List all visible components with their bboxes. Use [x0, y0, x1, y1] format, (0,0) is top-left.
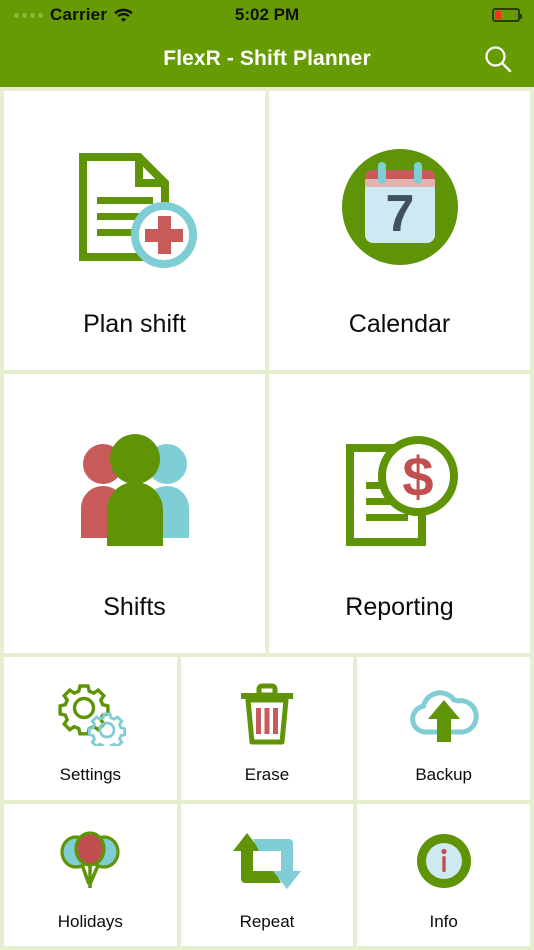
tile-plan-shift[interactable]: Plan shift	[4, 91, 265, 370]
document-add-icon	[71, 122, 199, 292]
status-bar: Carrier 5:02 PM	[0, 0, 534, 30]
tile-label: Settings	[59, 765, 122, 785]
tile-backup[interactable]: Backup	[357, 657, 530, 800]
main-tile-grid: Plan shift 7 Calendar Shifts $ Reporting	[0, 87, 534, 653]
tile-label: Plan shift	[83, 310, 186, 338]
cloud-upload-icon	[405, 671, 483, 757]
app-screen: Carrier 5:02 PM FlexR - Shift Planner Pl…	[0, 0, 534, 950]
utility-tile-grid: Settings Erase Backup Holidays Repeat In…	[0, 653, 534, 950]
signal-dots-icon	[14, 12, 43, 18]
tile-calendar[interactable]: 7 Calendar	[269, 91, 530, 370]
nav-bar: FlexR - Shift Planner	[0, 30, 534, 87]
tiles-container: Plan shift 7 Calendar Shifts $ Reporting…	[0, 87, 534, 950]
wifi-icon	[114, 8, 133, 22]
page-title: FlexR - Shift Planner	[163, 46, 371, 70]
tile-label: Repeat	[239, 911, 295, 931]
carrier-label: Carrier	[50, 5, 108, 24]
status-bar-right	[492, 8, 522, 22]
tile-holidays[interactable]: Holidays	[4, 803, 177, 946]
battery-low-icon	[492, 8, 522, 22]
document-dollar-icon: $	[336, 405, 464, 575]
tile-repeat[interactable]: Repeat	[180, 803, 354, 946]
tile-label: Shifts	[103, 593, 166, 621]
tile-label: Backup	[415, 765, 473, 785]
tile-shifts[interactable]: Shifts	[4, 374, 265, 653]
tile-label: Info	[429, 911, 458, 931]
tile-erase[interactable]: Erase	[180, 657, 354, 800]
tile-reporting[interactable]: $ Reporting	[269, 374, 530, 653]
status-bar-left: Carrier	[14, 5, 133, 25]
trash-icon	[237, 671, 297, 757]
svg-text:7: 7	[385, 185, 414, 243]
tile-label: Reporting	[345, 593, 454, 621]
gears-icon	[54, 671, 127, 757]
tile-label: Erase	[244, 765, 290, 785]
tile-info[interactable]: Info	[357, 803, 530, 946]
calendar-icon: 7	[336, 122, 464, 292]
tile-label: Calendar	[348, 310, 451, 338]
info-circle-icon	[413, 818, 475, 904]
tile-label: Holidays	[57, 911, 123, 931]
search-button[interactable]	[478, 39, 518, 79]
repeat-arrows-icon	[231, 818, 303, 904]
tile-settings[interactable]: Settings	[4, 657, 177, 800]
svg-text:$: $	[402, 445, 433, 508]
people-group-icon	[71, 405, 199, 575]
balloons-icon	[56, 818, 124, 904]
search-icon	[485, 45, 512, 72]
